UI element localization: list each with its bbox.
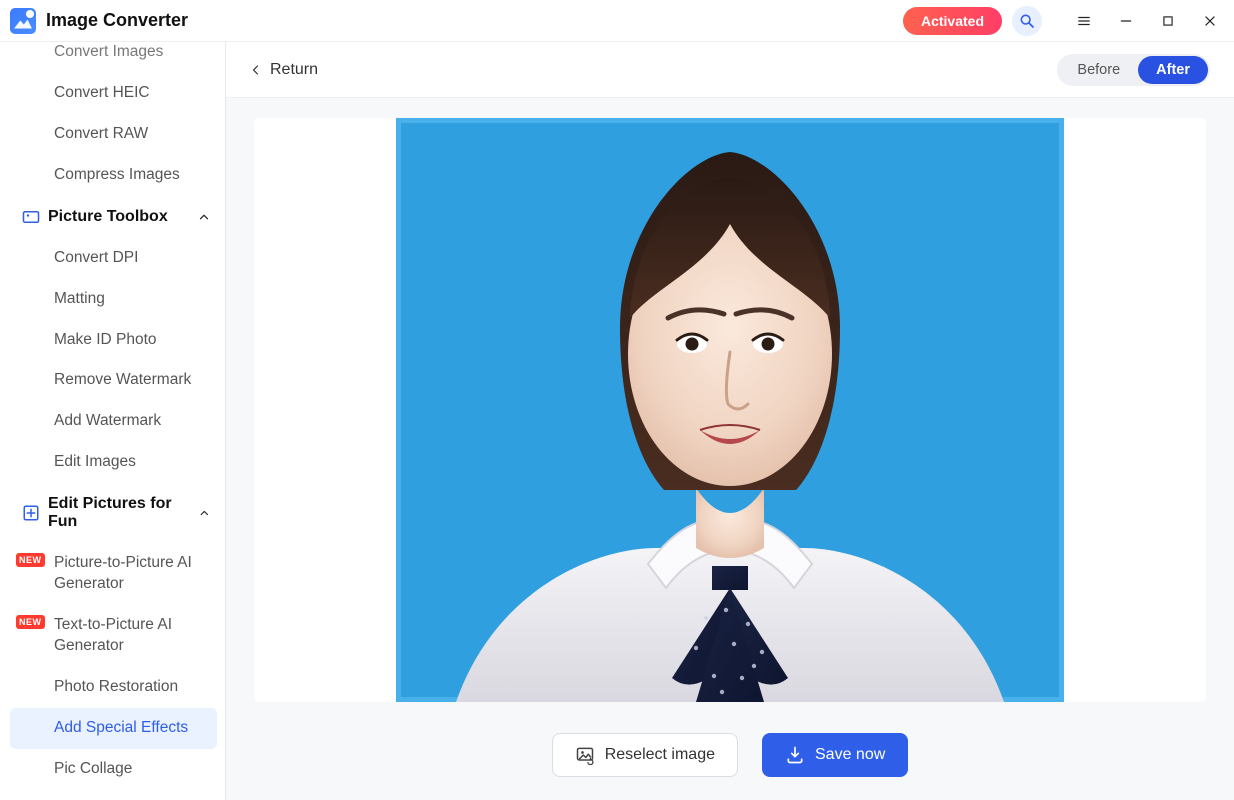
sidebar-item-label: Picture-to-Picture AI Generator <box>54 554 192 592</box>
download-icon <box>785 745 805 765</box>
minimize-icon <box>1119 14 1133 28</box>
minimize-button[interactable] <box>1110 5 1142 37</box>
chevron-left-icon <box>250 64 262 76</box>
return-label: Return <box>270 61 318 79</box>
sidebar-item-add-special-effects[interactable]: Add Special Effects <box>10 708 217 749</box>
new-badge: NEW <box>16 553 45 567</box>
save-now-button[interactable]: Save now <box>762 733 908 777</box>
search-icon <box>1019 13 1035 29</box>
sidebar-item-convert-images[interactable]: Convert Images <box>0 42 225 73</box>
before-after-toggle: Before After <box>1057 54 1210 86</box>
return-button[interactable]: Return <box>250 61 318 79</box>
sidebar-item-make-id-photo[interactable]: Make ID Photo <box>0 320 225 361</box>
app-logo-icon <box>10 8 36 34</box>
reselect-image-button[interactable]: Reselect image <box>552 733 738 777</box>
sidebar-section-label: Picture Toolbox <box>48 208 168 226</box>
toggle-before[interactable]: Before <box>1059 56 1138 84</box>
toggle-after[interactable]: After <box>1138 56 1208 84</box>
sidebar-item-remove-watermark[interactable]: Remove Watermark <box>0 360 225 401</box>
sidebar-section-label: Edit Pictures for Fun <box>48 495 190 531</box>
close-button[interactable] <box>1194 5 1226 37</box>
menu-button[interactable] <box>1068 5 1100 37</box>
sidebar-item-convert-heic[interactable]: Convert HEIC <box>0 73 225 114</box>
sidebar-item-pic-collage[interactable]: Pic Collage <box>0 749 225 790</box>
reselect-label: Reselect image <box>605 746 715 764</box>
sidebar-item-convert-raw[interactable]: Convert RAW <box>0 114 225 155</box>
toolbox-icon <box>22 208 40 226</box>
sidebar-item-add-watermark[interactable]: Add Watermark <box>0 401 225 442</box>
maximize-icon <box>1161 14 1175 28</box>
new-badge: NEW <box>16 615 45 629</box>
sidebar-item-label: Text-to-Picture AI Generator <box>54 616 172 654</box>
hamburger-icon <box>1077 14 1091 28</box>
sidebar-item-edit-images[interactable]: Edit Images <box>0 442 225 483</box>
activated-badge[interactable]: Activated <box>903 7 1002 35</box>
sidebar[interactable]: Convert Images Convert HEIC Convert RAW … <box>0 42 226 800</box>
sidebar-item-photo-restoration[interactable]: Photo Restoration <box>0 667 225 708</box>
title-bar: Image Converter Activated <box>0 0 1234 42</box>
sidebar-item-pic2pic-ai[interactable]: NEW Picture-to-Picture AI Generator <box>0 543 225 605</box>
search-button[interactable] <box>1012 6 1042 36</box>
preview-image <box>396 118 1064 702</box>
chevron-up-icon <box>198 506 211 520</box>
image-refresh-icon <box>575 745 595 765</box>
sparkle-icon <box>22 504 40 522</box>
main-panel: Return Before After <box>226 42 1234 800</box>
sidebar-item-text2pic-ai[interactable]: NEW Text-to-Picture AI Generator <box>0 605 225 667</box>
close-icon <box>1203 14 1217 28</box>
bottom-action-bar: Reselect image Save now <box>226 710 1234 800</box>
sidebar-section-edit-for-fun[interactable]: Edit Pictures for Fun <box>0 483 225 543</box>
sidebar-item-convert-dpi[interactable]: Convert DPI <box>0 238 225 279</box>
sidebar-section-picture-toolbox[interactable]: Picture Toolbox <box>0 196 225 238</box>
maximize-button[interactable] <box>1152 5 1184 37</box>
main-top-row: Return Before After <box>226 42 1234 98</box>
sidebar-item-compress-images[interactable]: Compress Images <box>0 155 225 196</box>
app-title: Image Converter <box>46 10 188 31</box>
image-canvas <box>254 118 1206 702</box>
save-label: Save now <box>815 746 885 764</box>
chevron-up-icon <box>197 210 211 224</box>
sidebar-item-matting[interactable]: Matting <box>0 279 225 320</box>
